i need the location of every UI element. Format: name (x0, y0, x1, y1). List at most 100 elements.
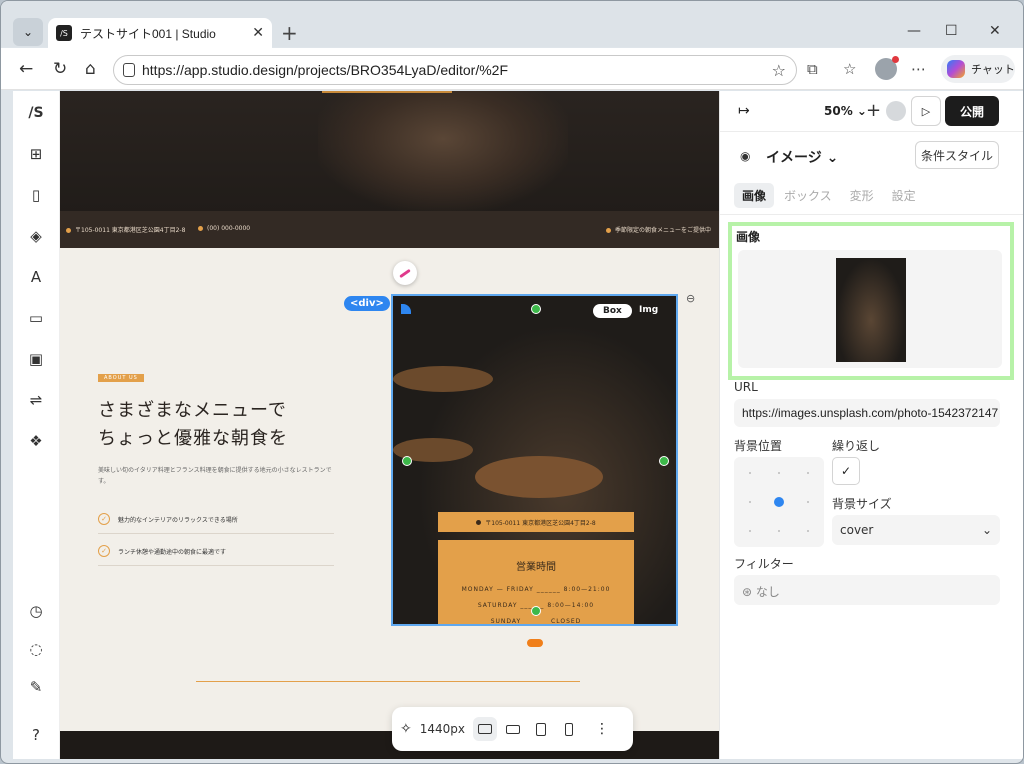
font-icon[interactable]: A (24, 265, 48, 289)
url-field[interactable]: https://app.studio.design/projects/BRO35… (113, 55, 797, 85)
tablet-icon[interactable] (529, 717, 553, 741)
sparkle-icon[interactable]: ✧ (400, 721, 412, 737)
divider (98, 533, 334, 534)
minimize-icon[interactable]: — (907, 23, 921, 39)
resize-handle[interactable] (402, 456, 412, 466)
accent-line (322, 91, 452, 93)
url-label: URL (734, 380, 758, 394)
resize-handle[interactable] (531, 304, 541, 314)
user-avatar[interactable] (886, 101, 906, 121)
close-tab-icon[interactable]: ✕ (252, 25, 264, 41)
tab-box[interactable]: ボックス (776, 183, 840, 208)
zoom-level[interactable]: 50% ⌄ (824, 104, 867, 118)
visibility-icon[interactable]: ◉ (740, 149, 750, 163)
divider (720, 131, 1023, 132)
about-badge[interactable]: ABOUT US (98, 374, 144, 382)
maximize-icon[interactable]: ☐ (945, 23, 958, 39)
image-url-input[interactable]: https://images.unsplash.com/photo-154237… (734, 399, 1000, 427)
image-preview[interactable] (738, 250, 1002, 368)
image-section-label: 画像 (736, 230, 761, 244)
about-heading[interactable]: さまざまなメニューで ちょっと優雅な朝食を (98, 397, 288, 453)
tab-image[interactable]: 画像 (734, 183, 775, 208)
back-icon[interactable]: ← (19, 59, 33, 79)
help-icon[interactable]: ? (24, 723, 48, 747)
property-tabs: 画像 ボックス 変形 設定 (734, 183, 926, 208)
feature-item[interactable]: ✓ ランチ休憩や通勤途中の朝食に最適です (98, 545, 226, 557)
home-icon[interactable]: ⌂ (85, 59, 96, 79)
image-section: 画像 (728, 222, 1014, 380)
position-center-dot[interactable] (774, 497, 784, 507)
laptop-icon[interactable] (501, 717, 525, 741)
desktop-icon[interactable] (473, 717, 497, 741)
check-icon: ✓ (98, 545, 110, 557)
heading-line-2: ちょっと優雅な朝食を (98, 428, 288, 449)
repeat-checkbox[interactable]: ✓ (832, 457, 860, 485)
lock-icon (123, 63, 135, 77)
layers-icon[interactable]: ◈ (24, 224, 48, 248)
folder-icon[interactable]: ▭ (24, 306, 48, 330)
pen-icon (399, 268, 411, 278)
chevron-down-icon: ⌄ (981, 523, 992, 537)
page-icon[interactable]: ▯ (24, 183, 48, 207)
bg-position-picker[interactable] (734, 457, 824, 547)
add-section-icon[interactable]: ⊞ (24, 142, 48, 166)
profile-avatar[interactable] (875, 56, 899, 80)
viewport-width[interactable]: 1440px (420, 722, 465, 736)
heading-line-1: さまざまなメニューで (98, 400, 287, 421)
more-vertical-icon[interactable]: ⋮ (595, 721, 609, 737)
image-icon[interactable]: ▣ (24, 347, 48, 371)
table-shape (393, 366, 493, 392)
link-icon[interactable]: ⊖ (686, 292, 695, 305)
box-tag[interactable]: Box (593, 304, 632, 318)
favorite-star-icon[interactable]: ☆ (772, 61, 786, 80)
browser-window: ⌄ /S テストサイト001 | Studio ✕ + — ☐ ✕ ← ↻ ⌂ … (0, 0, 1024, 764)
history-icon[interactable]: ◷ (24, 599, 48, 623)
scroll-handle[interactable] (527, 639, 543, 647)
collapse-panel-icon[interactable]: ↦ (738, 103, 750, 119)
refresh-icon[interactable]: ↻ (53, 59, 67, 79)
element-type[interactable]: イメージ ⌄ (766, 147, 838, 167)
tab-list-button[interactable]: ⌄ (13, 18, 43, 46)
about-description[interactable]: 美味しい旬のイタリア料理とフランス料理を朝食に提供する地元の小さなレストランです… (98, 465, 338, 487)
design-canvas[interactable]: 〒105-0011 東京都港区芝公園4丁目2-8 (00) 000-0000 季… (60, 91, 719, 759)
info-bar[interactable]: 〒105-0011 東京都港区芝公園4丁目2-8 (00) 000-0000 季… (60, 211, 719, 248)
copilot-icon (947, 60, 965, 78)
feature-item[interactable]: ✓ 魅力的なインテリアのリラックスできる場所 (98, 513, 238, 525)
section-divider (196, 681, 580, 682)
tab-transform[interactable]: 変形 (842, 183, 882, 208)
pen-icon[interactable]: ✎ (24, 675, 48, 699)
resize-handle[interactable] (531, 606, 541, 616)
new-tab-icon[interactable]: + (281, 21, 298, 45)
tab-settings[interactable]: 設定 (884, 183, 924, 208)
preview-play-button[interactable]: ▷ (911, 96, 941, 126)
publish-button[interactable]: 公開 (945, 96, 999, 126)
favorites-icon[interactable]: ☆ (843, 60, 856, 78)
close-window-icon[interactable]: ✕ (989, 23, 1001, 39)
comment-icon[interactable]: ◌ (24, 637, 48, 661)
studio-logo-icon[interactable]: /S (24, 101, 48, 125)
hero-image (318, 91, 568, 211)
divider (720, 214, 1023, 215)
extensions-icon[interactable]: ⧉ (807, 60, 818, 78)
img-tag[interactable]: Img (639, 305, 658, 315)
edit-pen-button[interactable] (393, 261, 417, 285)
mobile-icon[interactable] (557, 717, 581, 741)
selected-image[interactable]: Box Img 〒105-0011 東京都港区芝公園4丁目2-8 営業時間 MO… (391, 294, 678, 626)
div-tag[interactable]: <div> (344, 296, 390, 311)
filter-select[interactable]: ⊛ なし (734, 575, 1000, 605)
image-thumbnail (836, 258, 906, 362)
properties-panel: ↦ 50% ⌄ + ▷ 公開 ◉ イメージ ⌄ 条件スタイル 画像 ボックス 変… (719, 91, 1023, 759)
cms-icon[interactable]: ⇌ (24, 388, 48, 412)
card-address: 〒105-0011 東京都港区芝公園4丁目2-8 (438, 512, 634, 532)
bg-size-select[interactable]: cover ⌄ (832, 515, 1000, 545)
divider (98, 565, 334, 566)
resize-handle[interactable] (659, 456, 669, 466)
copilot-chat-button[interactable]: チャット (941, 55, 1015, 83)
more-icon[interactable]: ⋯ (911, 60, 926, 78)
browser-tab[interactable]: /S テストサイト001 | Studio ✕ (48, 18, 272, 48)
component-icon[interactable]: ❖ (24, 429, 48, 453)
url-text: https://app.studio.design/projects/BRO35… (142, 62, 509, 78)
viewport-toolbar: ✧ 1440px ⋮ (392, 707, 633, 751)
condition-style-button[interactable]: 条件スタイル (915, 141, 999, 169)
invite-plus-icon[interactable]: + (866, 100, 881, 121)
